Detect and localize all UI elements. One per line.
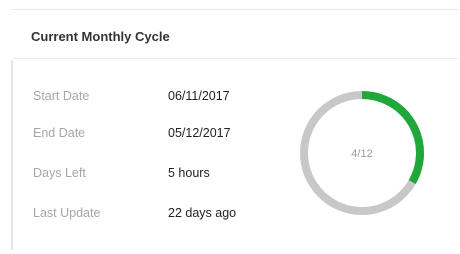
end-date-row: End Date 05/12/2017 (0, 126, 280, 146)
progress-arc (361, 91, 424, 184)
days-left-label: Days Left (33, 166, 86, 180)
monthly-cycle-card: Current Monthly Cycle Start Date 06/11/2… (0, 0, 460, 254)
last-update-label: Last Update (33, 206, 101, 220)
progress-text: 4/12 (351, 148, 372, 160)
end-date-value: 05/12/2017 (168, 126, 231, 140)
last-update-row: Last Update 22 days ago (0, 206, 280, 226)
header-divider (12, 58, 458, 59)
days-left-row: Days Left 5 hours (0, 166, 280, 186)
top-divider (12, 9, 458, 10)
start-date-row: Start Date 06/11/2017 (0, 89, 280, 109)
days-left-value: 5 hours (168, 166, 210, 180)
end-date-label: End Date (33, 126, 86, 140)
start-date-label: Start Date (33, 89, 90, 103)
card-title: Current Monthly Cycle (31, 29, 170, 44)
last-update-value: 22 days ago (168, 206, 237, 220)
start-date-value: 06/11/2017 (168, 89, 230, 103)
cycle-progress-donut: 4/12 (300, 91, 424, 215)
